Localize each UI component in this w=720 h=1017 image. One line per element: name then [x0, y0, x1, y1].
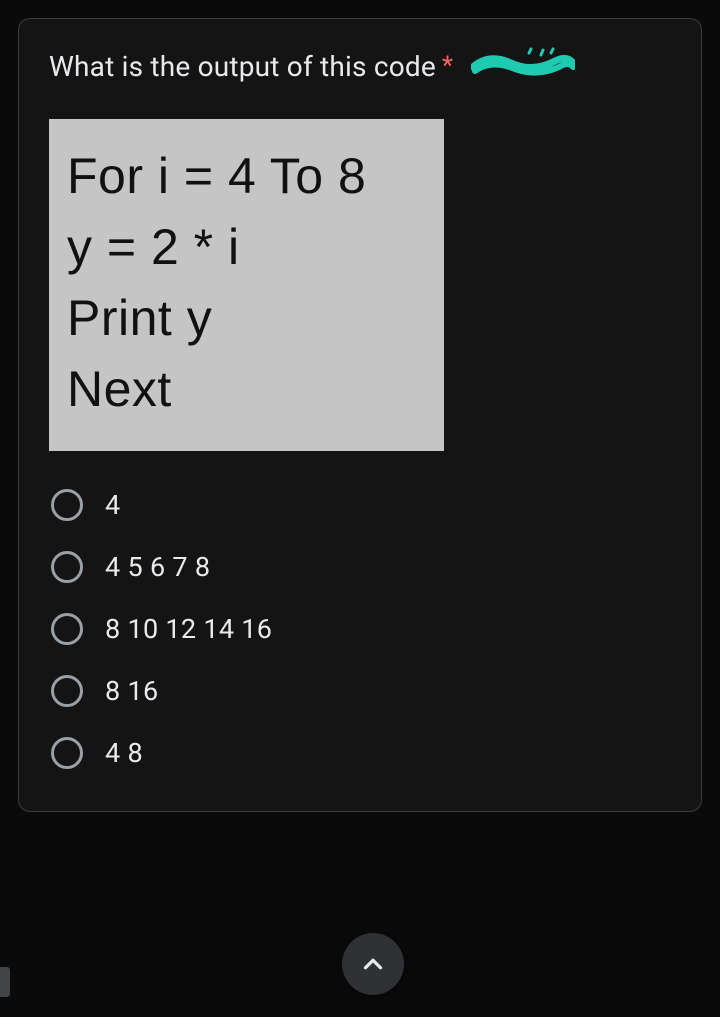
code-image: For i = 4 To 8 y = 2 * i Print y Next	[49, 119, 444, 451]
radio-icon	[51, 737, 83, 769]
code-line: For i = 4 To 8	[67, 141, 426, 212]
radio-icon	[51, 675, 83, 707]
option-label: 8 10 12 14 16	[105, 613, 272, 645]
code-line: Print y	[67, 283, 426, 354]
side-handle[interactable]	[0, 967, 10, 997]
option-label: 8 16	[105, 675, 158, 707]
annotation-scribble	[471, 47, 575, 85]
question-text: What is the output of this code	[49, 50, 436, 83]
option-label: 4 8	[105, 737, 143, 769]
option-4[interactable]: 4	[49, 477, 671, 533]
code-line: y = 2 * i	[67, 212, 426, 283]
question-card: What is the output of this code * For i …	[18, 18, 702, 812]
option-45678[interactable]: 4 5 6 7 8	[49, 539, 671, 595]
option-label: 4 5 6 7 8	[105, 551, 210, 583]
required-asterisk: *	[442, 51, 453, 81]
option-48[interactable]: 4 8	[49, 725, 671, 781]
code-line: Next	[67, 354, 426, 425]
option-label: 4	[105, 489, 120, 521]
radio-icon	[51, 551, 83, 583]
chevron-up-icon	[358, 949, 388, 979]
question-header: What is the output of this code *	[49, 47, 671, 85]
radio-icon	[51, 613, 83, 645]
option-816[interactable]: 8 16	[49, 663, 671, 719]
scroll-top-button[interactable]	[342, 933, 404, 995]
radio-icon	[51, 489, 83, 521]
option-81012-14-16[interactable]: 8 10 12 14 16	[49, 601, 671, 657]
options-list: 4 4 5 6 7 8 8 10 12 14 16 8 16 4 8	[49, 477, 671, 781]
